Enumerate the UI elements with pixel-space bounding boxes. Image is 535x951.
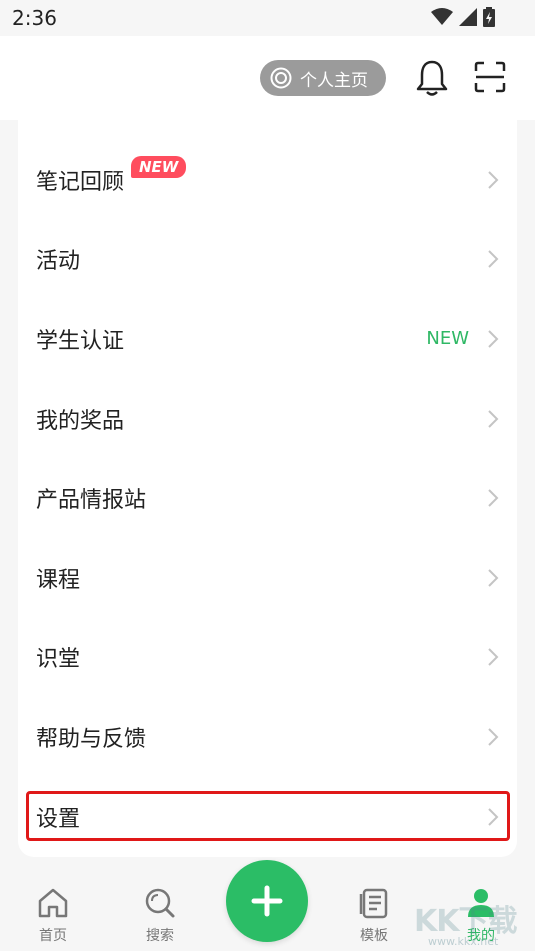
watermark-url: www.kkx.net: [428, 935, 499, 948]
tab-home[interactable]: 首页: [23, 887, 83, 945]
menu-item-label: 识堂: [36, 647, 81, 673]
search-icon: [145, 888, 175, 918]
menu-item-label: 学生认证: [36, 328, 125, 354]
profile-button[interactable]: 个人主页: [260, 60, 386, 96]
menu-card: 笔记回顾 NEW 活动 学生认证 NEW 我的奖品 产品情报站 课程 识堂 帮助…: [18, 120, 517, 857]
smile-icon: [270, 67, 292, 89]
tab-search[interactable]: 搜索: [130, 887, 190, 945]
menu-item-label: 产品情报站: [36, 488, 147, 514]
chevron-right-icon: [488, 250, 499, 269]
menu-item-my-prizes[interactable]: 我的奖品: [18, 379, 517, 459]
chevron-right-icon: [488, 807, 499, 826]
menu-item-label: 活动: [36, 249, 81, 275]
menu-item-label: 帮助与反馈: [36, 726, 147, 752]
profile-button-label: 个人主页: [300, 70, 368, 91]
menu-item-shitang[interactable]: 识堂: [18, 618, 517, 698]
chevron-right-icon: [488, 330, 499, 348]
chevron-right-icon: [488, 569, 499, 587]
menu-item-student-verification[interactable]: 学生认证 NEW: [18, 299, 517, 379]
scan-icon[interactable]: [474, 61, 506, 93]
menu-item-product-news[interactable]: 产品情报站: [18, 458, 517, 538]
menu-item-help-feedback[interactable]: 帮助与反馈: [18, 697, 517, 777]
template-icon: [359, 888, 388, 919]
chevron-right-icon: [488, 648, 499, 667]
tab-label: 模板: [360, 928, 388, 944]
menu-item-courses[interactable]: 课程: [18, 538, 517, 618]
menu-item-label: 我的奖品: [36, 408, 125, 434]
menu-item-label: 笔记回顾: [36, 169, 125, 195]
home-icon: [38, 888, 68, 918]
menu-item-settings[interactable]: 设置: [18, 777, 517, 857]
chevron-right-icon: [488, 728, 499, 746]
chevron-right-icon: [488, 171, 499, 189]
new-tag: NEW: [426, 328, 469, 350]
top-header: 个人主页: [0, 36, 535, 120]
tab-templates[interactable]: 模板: [344, 887, 404, 945]
chevron-right-icon: [488, 409, 499, 428]
menu-item-label: 设置: [36, 806, 81, 832]
highlight-box: [26, 790, 510, 841]
plus-icon: [251, 885, 283, 917]
status-icons: [431, 7, 495, 27]
menu-item-label: 课程: [36, 567, 81, 593]
status-bar: 2:36: [0, 0, 535, 36]
tab-label: 搜索: [146, 928, 174, 944]
chevron-right-icon: [488, 489, 499, 507]
status-time: 2:36: [12, 6, 57, 30]
battery-icon: [483, 7, 495, 27]
watermark-logo: KK下载: [414, 904, 517, 939]
menu-item-activities[interactable]: 活动: [18, 220, 517, 300]
signal-icon: [459, 8, 477, 26]
bell-icon[interactable]: [414, 59, 450, 97]
wifi-icon: [431, 8, 453, 25]
create-note-button[interactable]: [226, 860, 308, 942]
new-badge: NEW: [131, 156, 187, 178]
menu-item-note-review[interactable]: 笔记回顾 NEW: [18, 140, 517, 220]
tab-label: 首页: [39, 928, 67, 944]
